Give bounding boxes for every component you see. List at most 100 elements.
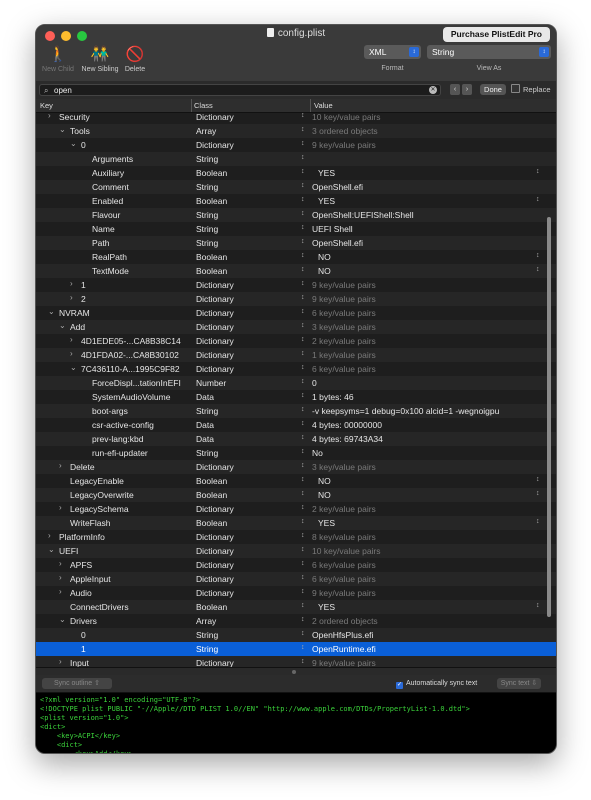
- outline-row[interactable]: › Input Dictionary ↕ 9 key/value pairs: [36, 656, 556, 667]
- row-class[interactable]: Dictionary: [196, 504, 234, 514]
- class-stepper-icon[interactable]: ↕: [301, 420, 305, 427]
- outline-row[interactable]: ⌄ Tools Array ↕ 3 ordered objects: [36, 124, 556, 138]
- row-value[interactable]: No: [312, 448, 323, 458]
- outline-row[interactable]: SystemAudioVolume Data ↕ 1 bytes: 46: [36, 390, 556, 404]
- class-stepper-icon[interactable]: ↕: [301, 252, 305, 259]
- class-stepper-icon[interactable]: ↕: [301, 546, 305, 553]
- row-key[interactable]: ForceDispl...tationInEFI: [92, 378, 181, 388]
- row-value[interactable]: UEFI Shell: [312, 224, 353, 234]
- class-stepper-icon[interactable]: ↕: [301, 504, 305, 511]
- row-key[interactable]: boot-args: [92, 406, 128, 416]
- row-key[interactable]: Drivers: [70, 616, 97, 626]
- disclosure-right-icon[interactable]: ›: [48, 112, 51, 120]
- row-class[interactable]: String: [196, 224, 218, 234]
- row-value[interactable]: OpenHfsPlus.efi: [312, 630, 373, 640]
- search-input[interactable]: [54, 85, 424, 95]
- outline-row[interactable]: › PlatformInfo Dictionary ↕ 8 key/value pair…: [36, 530, 556, 544]
- disclosure-down-icon[interactable]: ⌄: [70, 363, 77, 372]
- disclosure-right-icon[interactable]: ›: [59, 461, 62, 470]
- delete-button[interactable]: 🚫 Delete: [122, 44, 148, 73]
- outline-row[interactable]: ⌄ 0 Dictionary ↕ 9 key/value pairs: [36, 138, 556, 152]
- class-stepper-icon[interactable]: ↕: [301, 336, 305, 343]
- outline-row[interactable]: TextMode Boolean ↕ NO ↕: [36, 264, 556, 278]
- row-class[interactable]: Boolean: [196, 490, 227, 500]
- row-class[interactable]: String: [196, 238, 218, 248]
- class-stepper-icon[interactable]: ↕: [301, 518, 305, 525]
- disclosure-right-icon[interactable]: ›: [48, 531, 51, 540]
- popup-chevron-icon[interactable]: ↕: [536, 602, 540, 609]
- row-key[interactable]: Add: [70, 322, 85, 332]
- row-key[interactable]: SystemAudioVolume: [92, 392, 170, 402]
- row-key[interactable]: LegacyEnable: [70, 476, 124, 486]
- outline-row[interactable]: LegacyOverwrite Boolean ↕ NO ↕: [36, 488, 556, 502]
- outline-row[interactable]: 0 String ↕ OpenHfsPlus.efi: [36, 628, 556, 642]
- row-value[interactable]: 0: [312, 378, 317, 388]
- outline-row[interactable]: ForceDispl...tationInEFI Number ↕ 0: [36, 376, 556, 390]
- outline-row[interactable]: › LegacySchema Dictionary ↕ 2 key/value pair…: [36, 502, 556, 516]
- outline-row[interactable]: RealPath Boolean ↕ NO ↕: [36, 250, 556, 264]
- row-class[interactable]: Dictionary: [196, 658, 234, 667]
- row-class[interactable]: Dictionary: [196, 546, 234, 556]
- outline-row[interactable]: ⌄ Drivers Array ↕ 2 ordered objects: [36, 614, 556, 628]
- row-key[interactable]: Path: [92, 238, 110, 248]
- outline-row[interactable]: › 4D1FDA02-...CA8B30102 Dictionary ↕ 1 key/v…: [36, 348, 556, 362]
- row-key[interactable]: LegacySchema: [70, 504, 129, 514]
- previous-match-button[interactable]: ‹: [450, 84, 460, 95]
- class-stepper-icon[interactable]: ↕: [301, 322, 305, 329]
- row-value[interactable]: OpenShell:UEFIShell:Shell: [312, 210, 414, 220]
- class-stepper-icon[interactable]: ↕: [301, 448, 305, 455]
- class-stepper-icon[interactable]: ↕: [301, 406, 305, 413]
- row-value[interactable]: NO: [318, 490, 331, 500]
- outline-row[interactable]: › 4D1EDE05-...CA8B38C14 Dictionary ↕ 2 key/v…: [36, 334, 556, 348]
- row-value[interactable]: 3 ordered objects: [312, 126, 378, 136]
- row-key[interactable]: NVRAM: [59, 308, 90, 318]
- row-class[interactable]: Dictionary: [196, 280, 234, 290]
- outline-row[interactable]: csr-active-config Data ↕ 4 bytes: 00000000: [36, 418, 556, 432]
- class-stepper-icon[interactable]: ↕: [301, 308, 305, 315]
- outline-view[interactable]: › Security Dictionary ↕ 10 key/value pairs ⌄ T…: [36, 112, 556, 667]
- row-key[interactable]: run-efi-updater: [92, 448, 148, 458]
- row-class[interactable]: String: [196, 644, 218, 654]
- clear-search-icon[interactable]: ✕: [429, 86, 437, 94]
- row-class[interactable]: Data: [196, 420, 214, 430]
- row-class[interactable]: String: [196, 630, 218, 640]
- row-key[interactable]: UEFI: [59, 546, 78, 556]
- row-class[interactable]: Array: [196, 616, 216, 626]
- row-class[interactable]: Boolean: [196, 168, 227, 178]
- class-stepper-icon[interactable]: ↕: [301, 112, 305, 119]
- row-class[interactable]: Dictionary: [196, 336, 234, 346]
- row-value[interactable]: 2 key/value pairs: [312, 504, 376, 514]
- row-class[interactable]: Data: [196, 434, 214, 444]
- class-stepper-icon[interactable]: ↕: [301, 392, 305, 399]
- row-key[interactable]: 4D1FDA02-...CA8B30102: [81, 350, 179, 360]
- row-value[interactable]: 6 key/value pairs: [312, 308, 376, 318]
- row-value[interactable]: 2 key/value pairs: [312, 336, 376, 346]
- class-stepper-icon[interactable]: ↕: [301, 182, 305, 189]
- row-class[interactable]: Array: [196, 126, 216, 136]
- outline-row[interactable]: LegacyEnable Boolean ↕ NO ↕: [36, 474, 556, 488]
- class-stepper-icon[interactable]: ↕: [301, 210, 305, 217]
- row-key[interactable]: APFS: [70, 560, 92, 570]
- class-stepper-icon[interactable]: ↕: [301, 196, 305, 203]
- row-value[interactable]: 4 bytes: 00000000: [312, 420, 382, 430]
- outline-row[interactable]: ⌄ NVRAM Dictionary ↕ 6 key/value pairs: [36, 306, 556, 320]
- outline-row[interactable]: ConnectDrivers Boolean ↕ YES ↕: [36, 600, 556, 614]
- row-value[interactable]: 8 key/value pairs: [312, 532, 376, 542]
- row-value[interactable]: 1 bytes: 46: [312, 392, 354, 402]
- class-stepper-icon[interactable]: ↕: [301, 658, 305, 665]
- row-class[interactable]: Number: [196, 378, 226, 388]
- row-class[interactable]: Dictionary: [196, 294, 234, 304]
- disclosure-down-icon[interactable]: ⌄: [59, 615, 66, 624]
- row-class[interactable]: Boolean: [196, 266, 227, 276]
- row-value[interactable]: 4 bytes: 69743A34: [312, 434, 383, 444]
- outline-row[interactable]: boot-args String ↕ -v keepsyms=1 debug=0x10…: [36, 404, 556, 418]
- outline-row[interactable]: Arguments String ↕: [36, 152, 556, 166]
- disclosure-down-icon[interactable]: ⌄: [59, 321, 66, 330]
- row-value[interactable]: NO: [318, 476, 331, 486]
- outline-row[interactable]: › APFS Dictionary ↕ 6 key/value pairs: [36, 558, 556, 572]
- disclosure-right-icon[interactable]: ›: [70, 335, 73, 344]
- row-value[interactable]: 9 key/value pairs: [312, 280, 376, 290]
- popup-chevron-icon[interactable]: ↕: [536, 266, 540, 273]
- row-class[interactable]: Dictionary: [196, 322, 234, 332]
- replace-checkbox[interactable]: [511, 84, 520, 93]
